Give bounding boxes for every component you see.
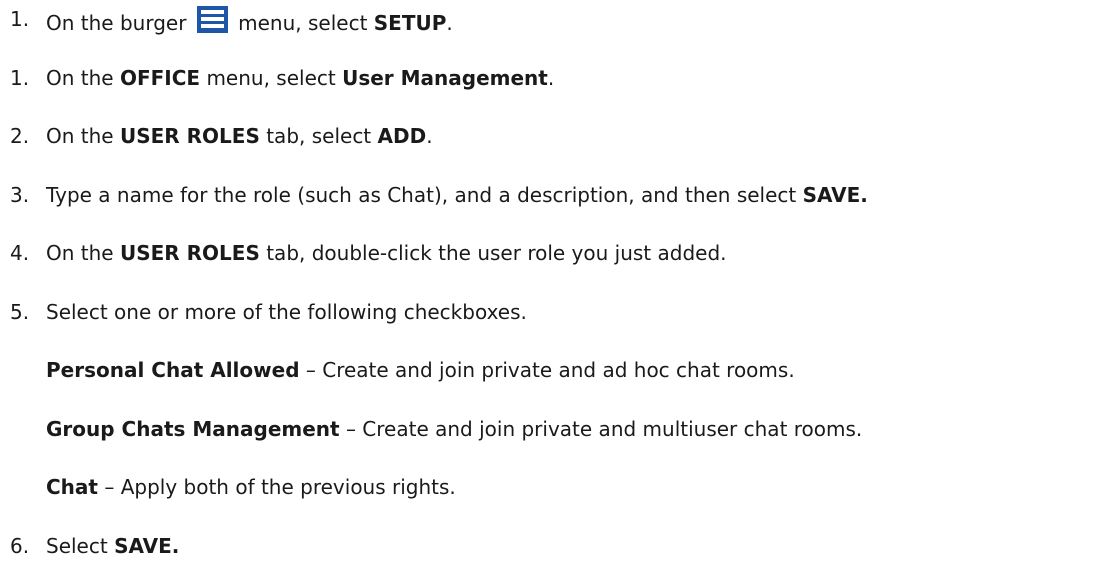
option-name: Chat (46, 475, 98, 499)
option-name: Group Chats Management (46, 417, 340, 441)
step-text: Type a name for the role (such as Chat),… (46, 183, 868, 207)
option-desc: – Apply both of the previous rights. (97, 475, 456, 499)
step-text: On the OFFICE menu, select User Manageme… (46, 66, 555, 90)
step-text: On the burger menu, select SETUP. (46, 6, 453, 36)
step-text: On the USER ROLES tab, select ADD. (46, 124, 433, 148)
step-number: 4. (10, 241, 30, 265)
instructions-document: 1. On the burger menu, select SETUP. 1. … (0, 0, 1109, 565)
step-number: 2. (10, 124, 30, 148)
step-number: 6. (10, 534, 30, 558)
step-text: Select one or more of the following chec… (46, 300, 527, 324)
option-name: Personal Chat Allowed (46, 358, 300, 382)
step-text: Select SAVE. (46, 534, 180, 558)
step-number: 5. (10, 300, 30, 324)
option-desc: – Create and join private and multiuser … (339, 417, 863, 441)
step-number: 3. (10, 183, 30, 207)
option-desc: – Create and join private and ad hoc cha… (299, 358, 795, 382)
step-text: On the USER ROLES tab, double-click the … (46, 241, 727, 265)
step-number: 1. (10, 66, 30, 90)
step-number: 1. (10, 7, 30, 31)
burger-menu-icon (196, 6, 228, 33)
